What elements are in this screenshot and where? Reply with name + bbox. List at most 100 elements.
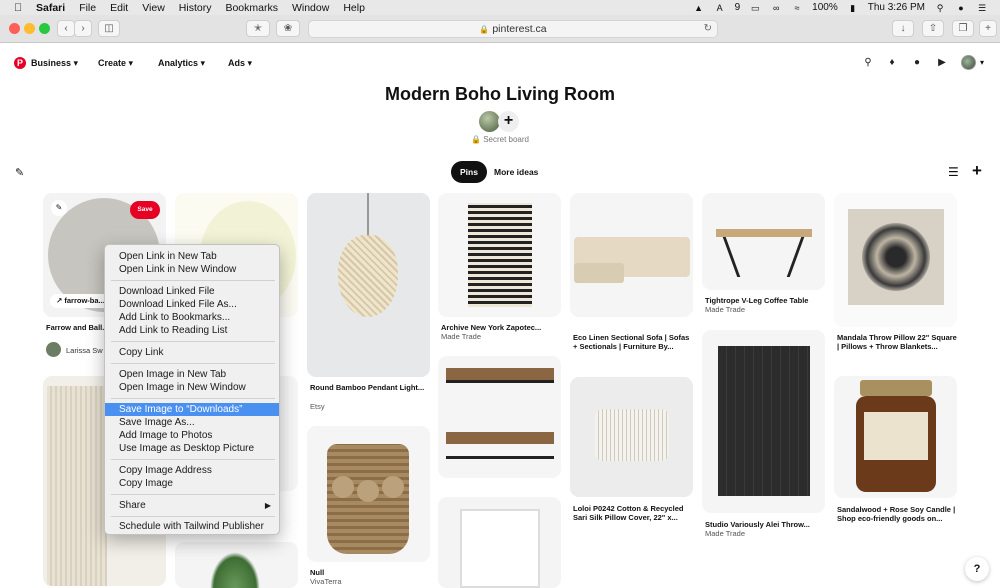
save-button[interactable]: Save	[130, 201, 160, 219]
forward-button[interactable]: ›	[74, 20, 92, 37]
nav-ads[interactable]: Ads ▾	[228, 58, 252, 69]
pin-title[interactable]: Eco Linen Sectional Sofa | Sofas + Secti…	[573, 333, 693, 351]
tabs-overview-button[interactable]: ❐	[952, 20, 974, 37]
menu-help[interactable]: Help	[343, 2, 365, 14]
menu-item-share[interactable]: Share ▶	[105, 499, 279, 512]
pin-image[interactable]	[175, 542, 298, 588]
nav-business[interactable]: Business ▾	[31, 58, 78, 69]
pin-image[interactable]	[307, 193, 430, 377]
menu-item-add-link-reading-list[interactable]: Add Link to Reading List	[105, 324, 279, 337]
menu-item-schedule-tailwind[interactable]: Schedule with Tailwind Publisher	[105, 520, 279, 533]
search-icon[interactable]: ⚲	[862, 57, 874, 69]
menu-item-copy-link[interactable]: Copy Link	[105, 346, 279, 359]
menu-item-open-image-new-window[interactable]: Open Image in New Window	[105, 381, 279, 394]
menu-item-copy-image-address[interactable]: Copy Image Address	[105, 464, 279, 477]
pin-title[interactable]: Loloi P0242 Cotton & Recycled Sari Silk …	[573, 504, 693, 522]
pin-source[interactable]: Made Trade	[705, 529, 825, 538]
add-collaborator-button[interactable]: +	[498, 111, 519, 132]
link-icon[interactable]: ∞	[770, 3, 782, 13]
nav-analytics[interactable]: Analytics ▾	[158, 58, 205, 69]
airplay-icon[interactable]: ▭	[749, 3, 761, 13]
vlc-icon[interactable]: ▲	[693, 3, 705, 13]
menu-item-save-image-as[interactable]: Save Image As...	[105, 416, 279, 429]
notification-center-icon[interactable]: ☰	[976, 3, 988, 13]
pin-image[interactable]	[570, 193, 693, 317]
menu-item-open-link-new-window[interactable]: Open Link in New Window	[105, 263, 279, 276]
close-window-button[interactable]	[9, 23, 20, 34]
pin-title[interactable]: Tightrope V-Leg Coffee Table	[705, 296, 825, 305]
menu-history[interactable]: History	[179, 2, 212, 14]
avatar[interactable]	[46, 342, 61, 357]
megaphone-icon[interactable]: ▶	[936, 57, 948, 69]
back-button[interactable]: ‹	[57, 20, 75, 37]
pin-image[interactable]	[702, 193, 825, 290]
downloads-button[interactable]: ↓	[892, 20, 914, 37]
menu-window[interactable]: Window	[292, 2, 329, 14]
minimize-window-button[interactable]	[24, 23, 35, 34]
profile-avatar[interactable]	[961, 55, 976, 70]
zoom-window-button[interactable]	[39, 23, 50, 34]
sidebar-icon: ◫	[104, 23, 114, 34]
share-button[interactable]: ⇧	[922, 20, 944, 37]
pin-title[interactable]: Archive New York Zapotec...	[441, 323, 561, 332]
pin-source[interactable]: Made Trade	[441, 332, 561, 341]
pinterest-logo-icon[interactable]: P	[14, 57, 26, 69]
tailwind-extension-button[interactable]: ✭	[246, 20, 270, 37]
pin-source[interactable]: Etsy	[310, 402, 430, 411]
pin-source[interactable]: Made Trade	[705, 305, 825, 314]
pin-image[interactable]	[570, 377, 693, 497]
pin-title[interactable]: Mandala Throw Pillow 22" Square | Pillow…	[837, 333, 957, 351]
menu-item-add-link-bookmarks[interactable]: Add Link to Bookmarks...	[105, 311, 279, 324]
pin-image[interactable]	[702, 330, 825, 513]
pin-title[interactable]: Round Bamboo Pendant Light...	[310, 383, 430, 392]
menu-bookmarks[interactable]: Bookmarks	[225, 2, 278, 14]
menu-item-download-linked-file-as[interactable]: Download Linked File As...	[105, 298, 279, 311]
pencil-icon[interactable]: ✎	[51, 200, 67, 216]
extension-button[interactable]: ❀	[276, 20, 300, 37]
sidebar-toggle-button[interactable]: ◫	[98, 20, 120, 37]
tab-more-ideas[interactable]: More ideas	[494, 161, 538, 183]
siri-icon[interactable]: ●	[955, 3, 967, 13]
pin-title[interactable]: Sandalwood + Rose Soy Candle | Shop eco-…	[837, 505, 957, 523]
messages-icon[interactable]: ●	[911, 57, 923, 69]
pin-image[interactable]	[438, 356, 561, 478]
menu-app-safari[interactable]: Safari	[36, 2, 65, 14]
menu-file[interactable]: File	[79, 2, 96, 14]
menu-item-add-image-photos[interactable]: Add Image to Photos	[105, 429, 279, 442]
pin-source[interactable]: VivaTerra	[310, 577, 430, 586]
tab-pins[interactable]: Pins	[451, 161, 487, 183]
filter-icon[interactable]: ☰	[948, 165, 959, 179]
notifications-bell-icon[interactable]: ♦	[886, 57, 898, 69]
pin-image[interactable]	[438, 193, 561, 317]
nav-create[interactable]: Create ▾	[98, 58, 133, 69]
pin-image[interactable]	[307, 426, 430, 562]
pin-title[interactable]: Null	[310, 568, 430, 577]
edit-board-pencil-icon[interactable]: ✎	[15, 166, 24, 179]
menu-item-copy-image[interactable]: Copy Image	[105, 477, 279, 490]
pin-image[interactable]	[438, 497, 561, 588]
battery-icon[interactable]: ▮	[847, 3, 859, 13]
add-pin-button[interactable]: +	[972, 161, 982, 181]
spotlight-icon[interactable]: ⚲	[934, 3, 946, 13]
chevron-down-icon[interactable]: ▾	[980, 58, 984, 67]
pin-image[interactable]	[834, 193, 957, 327]
menu-item-use-image-desktop[interactable]: Use Image as Desktop Picture	[105, 442, 279, 455]
reload-icon[interactable]: ↻	[704, 21, 712, 37]
pin-image[interactable]	[834, 376, 957, 498]
board-collaborator-avatar[interactable]	[479, 111, 500, 132]
menu-item-save-image-downloads[interactable]: Save Image to “Downloads”	[105, 403, 279, 416]
adobe-icon[interactable]: A	[714, 3, 726, 13]
pin-user-name[interactable]: Larissa Sw	[66, 346, 106, 355]
menu-edit[interactable]: Edit	[110, 2, 128, 14]
menu-item-open-link-new-tab[interactable]: Open Link in New Tab	[105, 250, 279, 263]
new-tab-button[interactable]: +	[979, 20, 997, 37]
pin-title[interactable]: Studio Variously Alei Throw...	[705, 520, 825, 529]
address-bar[interactable]: 🔒 pinterest.ca ↻	[308, 20, 718, 38]
wifi-icon[interactable]: ≈	[791, 3, 803, 13]
menu-view[interactable]: View	[142, 2, 165, 14]
apple-icon[interactable]: 	[14, 2, 26, 14]
help-button[interactable]: ?	[965, 557, 989, 581]
menu-clock[interactable]: Thu 3:26 PM	[868, 2, 925, 13]
menu-item-open-image-new-tab[interactable]: Open Image in New Tab	[105, 368, 279, 381]
menu-item-download-linked-file[interactable]: Download Linked File	[105, 285, 279, 298]
